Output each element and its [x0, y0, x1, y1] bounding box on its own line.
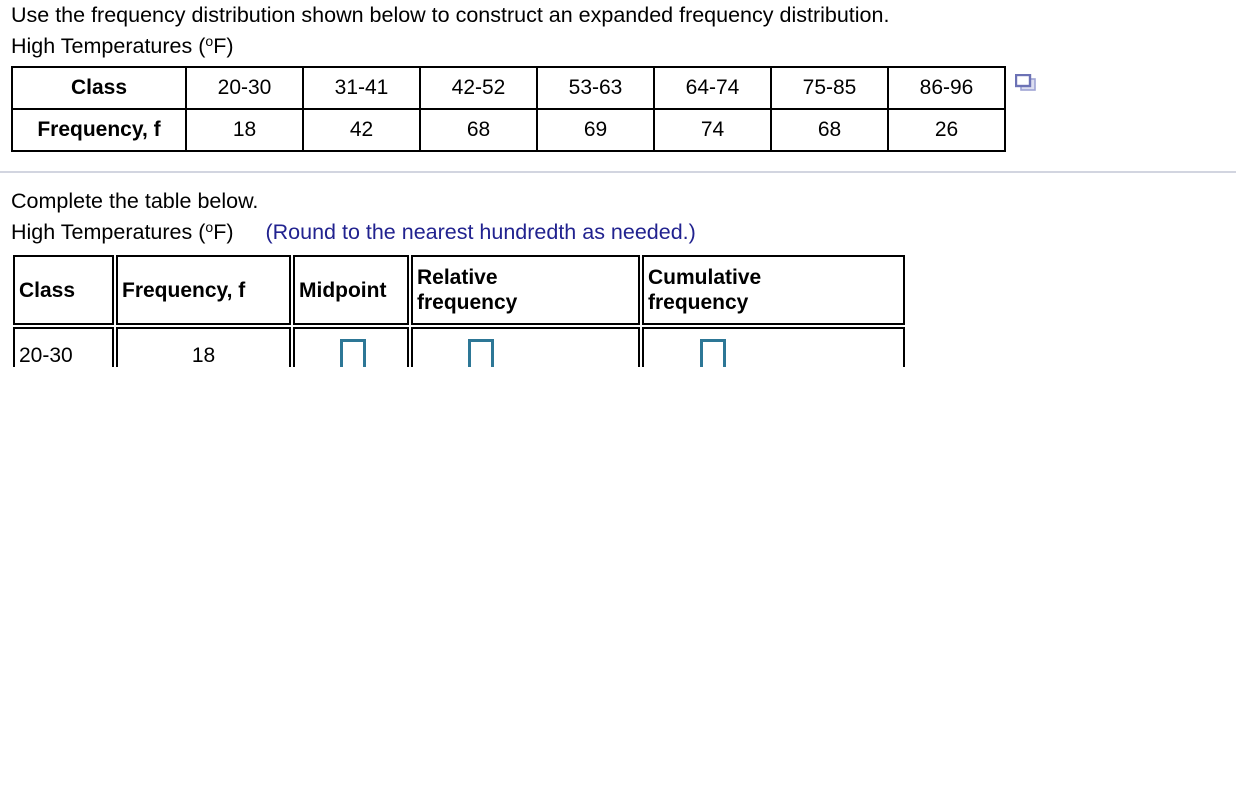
frequency-cell-6: 26	[887, 108, 1006, 152]
answer-section: Complete the table below. High Temperatu…	[0, 186, 1236, 367]
row-cumulative-frequency-cell	[642, 327, 905, 367]
frequency-cell-4: 74	[653, 108, 772, 152]
answer-instruction: Complete the table below.	[11, 189, 259, 213]
table-header-row: Class Frequency, f Midpoint Relative fre…	[13, 255, 905, 325]
column-header-class: Class	[13, 255, 114, 325]
class-cell-1: 31-41	[302, 66, 421, 110]
cumulative-frequency-line2: frequency	[648, 291, 749, 314]
class-cell-4: 64-74	[653, 66, 772, 110]
frequency-cell-5: 68	[770, 108, 889, 152]
relative-frequency-input[interactable]	[468, 339, 494, 367]
frequency-table-caption: High Temperatures (oF)	[11, 31, 1236, 62]
frequency-cell-3: 69	[536, 108, 655, 152]
row-relative-frequency-cell	[411, 327, 640, 367]
answer-caption-row: High Temperatures (oF) (Round to the near…	[0, 217, 1236, 248]
column-header-frequency: Frequency, f	[116, 255, 291, 325]
cumulative-frequency-line1: Cumulative	[648, 266, 762, 289]
table-row-class: Class 20-30 31-41 42-52 53-63 64-74 75-8…	[11, 66, 1006, 110]
class-cell-6: 86-96	[887, 66, 1006, 110]
table-row-frequency: Frequency, f 18 42 68 69 74 68 26	[11, 108, 1006, 152]
class-cell-0: 20-30	[185, 66, 304, 110]
expanded-table-wrapper: Class Frequency, f Midpoint Relative fre…	[11, 253, 911, 367]
frequency-table: Class 20-30 31-41 42-52 53-63 64-74 75-8…	[11, 66, 1006, 152]
frequency-cell-0: 18	[185, 108, 304, 152]
column-header-relative-frequency: Relative frequency	[411, 255, 640, 325]
expanded-frequency-table: Class Frequency, f Midpoint Relative fre…	[11, 253, 907, 367]
copy-icon[interactable]	[1014, 73, 1037, 94]
copy-table-button[interactable]	[1014, 73, 1037, 99]
rounding-hint: (Round to the nearest hundredth as neede…	[265, 220, 696, 244]
section-divider	[0, 171, 1236, 173]
answer-caption-suffix: F)	[213, 220, 234, 244]
row-frequency-value: 18	[116, 327, 291, 367]
class-cell-5: 75-85	[770, 66, 889, 110]
frequency-table-caption-suffix: F)	[213, 34, 234, 58]
cumulative-frequency-input-holder	[644, 329, 903, 367]
problem-instruction: Use the frequency distribution shown bel…	[11, 3, 890, 27]
row-midpoint-cell	[293, 327, 409, 367]
problem-statement-section: Use the frequency distribution shown bel…	[0, 0, 1236, 62]
midpoint-input[interactable]	[340, 339, 366, 367]
row-header-frequency: Frequency, f	[11, 108, 187, 152]
class-cell-3: 53-63	[536, 66, 655, 110]
table-row: 20-30 18	[13, 327, 905, 367]
relative-frequency-line1: Relative	[417, 266, 498, 289]
frequency-table-wrapper: Class 20-30 31-41 42-52 53-63 64-74 75-8…	[11, 66, 1006, 152]
row-class-value: 20-30	[13, 327, 114, 367]
relative-frequency-line2: frequency	[417, 291, 518, 314]
class-cell-2: 42-52	[419, 66, 538, 110]
midpoint-input-holder	[295, 329, 407, 367]
column-header-cumulative-frequency: Cumulative frequency	[642, 255, 905, 325]
cumulative-frequency-input[interactable]	[700, 339, 726, 367]
frequency-table-caption-prefix: High Temperatures (	[11, 34, 206, 58]
frequency-cell-1: 42	[302, 108, 421, 152]
frequency-cell-2: 68	[419, 108, 538, 152]
relative-frequency-input-holder	[413, 329, 638, 367]
row-header-class: Class	[11, 66, 187, 110]
exercise-page: Use the frequency distribution shown bel…	[0, 0, 1236, 790]
column-header-midpoint: Midpoint	[293, 255, 409, 325]
answer-caption-prefix: High Temperatures (	[11, 220, 206, 244]
